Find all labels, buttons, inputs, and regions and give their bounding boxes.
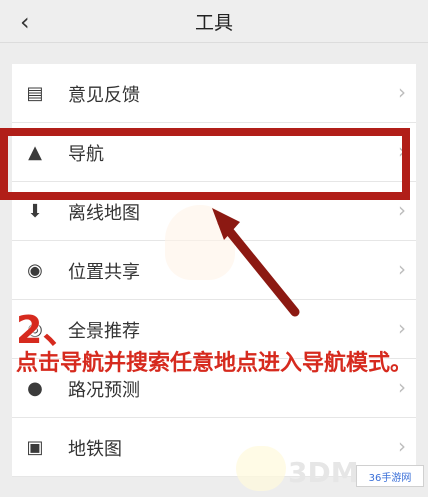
- chevron-right-icon: ›: [398, 198, 406, 222]
- menu-item-label: 路况预测: [68, 380, 140, 401]
- page-title: 工具: [194, 12, 233, 34]
- menu-item-label: 意见反馈: [68, 85, 140, 106]
- navigation-highlight-box: [0, 128, 410, 200]
- step-number: 2、: [16, 308, 81, 352]
- offline-map-icon: ⬇: [27, 200, 43, 222]
- metro-map-icon: ▣: [26, 436, 44, 458]
- watermark-text: 3DM: [288, 456, 359, 489]
- location-share-icon: ◉: [27, 259, 43, 281]
- instruction-text: 点击导航并搜索任意地点进入导航模式。: [16, 351, 413, 376]
- menu-item-label: 地铁图: [68, 439, 122, 460]
- chevron-right-icon: ›: [398, 434, 406, 458]
- traffic-forecast-icon: ●: [27, 377, 43, 399]
- top-bar: ‹ 工具: [0, 0, 428, 43]
- watermark-mascot: [236, 446, 286, 491]
- watermark-badge: 36手游网: [356, 465, 424, 487]
- chevron-right-icon: ›: [398, 80, 406, 104]
- chevron-right-icon: ›: [398, 316, 406, 340]
- menu-item-feedback[interactable]: ▤ 意见反馈 ›: [12, 64, 416, 123]
- feedback-icon: ▤: [26, 82, 44, 104]
- chevron-right-icon: ›: [398, 375, 406, 399]
- menu-item-label: 离线地图: [68, 203, 140, 224]
- menu-item-label: 位置共享: [68, 262, 140, 283]
- chevron-right-icon: ›: [398, 257, 406, 281]
- pointer-arrow-icon: [212, 208, 300, 317]
